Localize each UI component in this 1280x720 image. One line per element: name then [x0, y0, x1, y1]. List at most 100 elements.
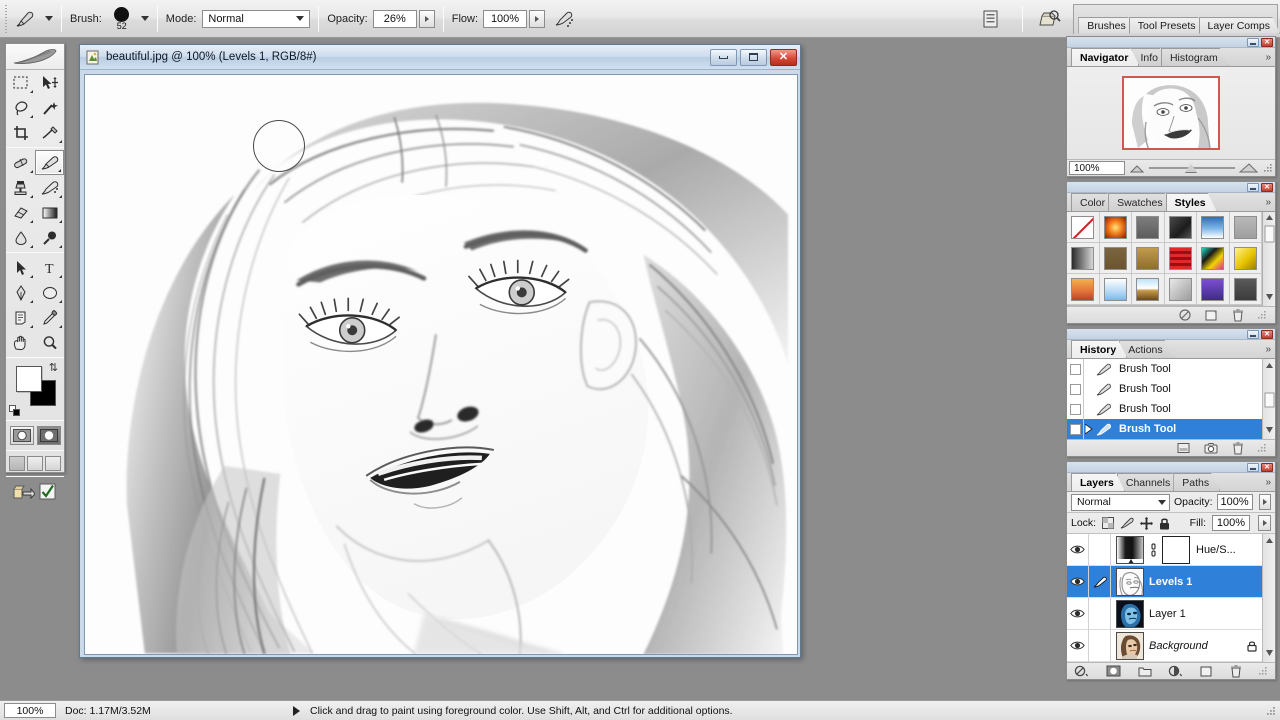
zoom-in-icon[interactable] — [1239, 162, 1259, 174]
layer-row[interactable]: Layer 1 — [1067, 597, 1262, 630]
brush-preview[interactable]: 52 — [109, 6, 135, 31]
style-beach[interactable] — [1132, 274, 1165, 305]
check-icon[interactable] — [39, 483, 57, 501]
standard-screen-mode-button[interactable] — [9, 456, 25, 471]
layer-thumbnail[interactable] — [1116, 567, 1144, 596]
hand-tool[interactable] — [6, 330, 35, 355]
navigator-preview-area[interactable] — [1067, 67, 1275, 159]
style-gray-button[interactable] — [1132, 212, 1165, 243]
lock-image-pixels-icon[interactable] — [1120, 517, 1134, 529]
crop-tool[interactable] — [6, 120, 35, 145]
layer-row[interactable]: Hue/S... — [1067, 533, 1262, 566]
style-yellow-bevel[interactable] — [1229, 243, 1262, 274]
gradient-tool[interactable] — [35, 200, 64, 225]
layer-opacity-slider-button[interactable] — [1258, 494, 1271, 510]
layer-visibility-eye-icon[interactable] — [1067, 629, 1089, 662]
layers-scrollbar[interactable] — [1262, 534, 1275, 662]
navigator-panel-titlebar[interactable]: ✕ — [1067, 37, 1275, 48]
style-light-blue[interactable] — [1099, 274, 1132, 305]
history-snapshot-source-checkbox[interactable] — [1067, 419, 1084, 439]
layer-row[interactable]: Levels 1 — [1067, 565, 1262, 598]
swap-colors-icon[interactable]: ⇅ — [49, 363, 58, 374]
history-snapshot-source-checkbox[interactable] — [1067, 399, 1084, 419]
new-adjustment-layer-icon[interactable] — [1168, 665, 1183, 677]
document-titlebar[interactable]: beautiful.jpg @ 100% (Levels 1, RGB/8#) … — [80, 45, 800, 70]
status-zoom-input[interactable]: 100% — [4, 703, 56, 718]
blur-tool[interactable] — [6, 225, 35, 250]
magic-wand-tool[interactable] — [35, 95, 64, 120]
minimize-button[interactable] — [710, 48, 737, 66]
history-state-row[interactable]: Brush Tool — [1067, 399, 1262, 419]
style-brown-matte[interactable] — [1099, 243, 1132, 274]
tab-layers[interactable]: Layers — [1071, 473, 1125, 491]
tab-swatches[interactable]: Swatches — [1108, 193, 1174, 211]
history-minimize-button[interactable] — [1247, 329, 1259, 339]
full-screen-with-menubar-button[interactable] — [27, 456, 43, 471]
layer-visibility-eye-icon[interactable] — [1067, 533, 1089, 566]
document-canvas[interactable] — [84, 74, 798, 655]
history-scrollbar[interactable] — [1262, 359, 1275, 439]
path-selection-tool[interactable] — [6, 255, 35, 280]
layer-thumbnail[interactable] — [1116, 535, 1144, 564]
slice-tool[interactable] — [35, 120, 64, 145]
eraser-tool[interactable] — [6, 200, 35, 225]
layer-thumbnail[interactable] — [1116, 599, 1144, 628]
delete-style-icon[interactable] — [1232, 308, 1244, 322]
standard-mask-mode-button[interactable] — [9, 426, 34, 445]
layer-row[interactable]: Background — [1067, 629, 1262, 662]
styles-scrollbar[interactable] — [1262, 212, 1275, 306]
panel-menu-icon[interactable]: » — [1265, 475, 1271, 491]
zoom-out-icon[interactable] — [1129, 162, 1145, 174]
maximize-button[interactable] — [740, 48, 767, 66]
delete-state-icon[interactable] — [1232, 441, 1244, 455]
layer-visibility-eye-icon[interactable] — [1067, 597, 1089, 630]
tab-channels[interactable]: Channels — [1117, 473, 1181, 491]
options-bar-grip[interactable] — [2, 0, 11, 37]
history-snapshot-source-checkbox[interactable] — [1067, 359, 1084, 379]
none-style[interactable] — [1067, 212, 1100, 243]
panel-resize-grip[interactable] — [1263, 163, 1273, 173]
style-tan-bevel[interactable] — [1132, 243, 1165, 274]
lock-position-icon[interactable] — [1140, 516, 1154, 530]
new-snapshot-icon[interactable] — [1204, 442, 1218, 454]
tab-styles[interactable]: Styles — [1166, 193, 1217, 211]
tab-actions[interactable]: Actions — [1119, 340, 1173, 358]
history-state-row[interactable]: Brush Tool — [1067, 419, 1262, 439]
style-purple-blocks[interactable] — [1197, 274, 1230, 305]
palette-well-tab-brushes[interactable]: Brushes — [1078, 17, 1136, 34]
layer-link-cell[interactable] — [1089, 629, 1111, 662]
history-snapshot-source-checkbox[interactable] — [1067, 379, 1084, 399]
dodge-tool[interactable] — [35, 225, 64, 250]
history-state-row[interactable]: Brush Tool — [1067, 379, 1262, 399]
style-photo-frame[interactable] — [1164, 274, 1197, 305]
delete-layer-icon[interactable] — [1230, 664, 1242, 678]
styles-minimize-button[interactable] — [1247, 182, 1259, 192]
style-graffiti[interactable] — [1197, 243, 1230, 274]
eyedropper-tool[interactable] — [35, 305, 64, 330]
navigator-minimize-button[interactable] — [1247, 37, 1259, 47]
status-menu-arrow-icon[interactable] — [293, 705, 300, 716]
styles-close-button[interactable]: ✕ — [1261, 182, 1273, 192]
layer-link-cell[interactable] — [1089, 597, 1111, 630]
style-blue-sky[interactable] — [1197, 212, 1230, 243]
style-charcoal[interactable] — [1229, 274, 1262, 305]
layer-fill-slider-button[interactable] — [1258, 515, 1271, 531]
layer-mask-link-icon[interactable] — [1149, 542, 1159, 557]
panel-menu-icon[interactable]: » — [1265, 50, 1271, 66]
tab-histogram[interactable]: Histogram — [1161, 48, 1229, 66]
layer-style-icon[interactable] — [1074, 665, 1089, 677]
flow-input[interactable]: 100% — [483, 9, 528, 28]
style-flat-gray[interactable] — [1229, 212, 1262, 243]
opacity-input[interactable]: 26% — [372, 9, 417, 28]
default-colors-icon[interactable] — [9, 405, 20, 416]
document-window[interactable]: beautiful.jpg @ 100% (Levels 1, RGB/8#) … — [79, 44, 801, 658]
style-red-glow[interactable] — [1099, 212, 1132, 243]
blend-mode-select[interactable]: Normal — [202, 9, 311, 28]
lasso-tool[interactable] — [6, 95, 35, 120]
layer-opacity-input[interactable]: 100% — [1216, 494, 1253, 510]
new-group-icon[interactable] — [1138, 665, 1152, 677]
airbrush-icon[interactable] — [551, 6, 577, 32]
tab-paths[interactable]: Paths — [1173, 473, 1220, 491]
layer-mask-thumbnail[interactable] — [1162, 535, 1190, 564]
tool-preset-picker-arrow[interactable] — [45, 16, 53, 21]
